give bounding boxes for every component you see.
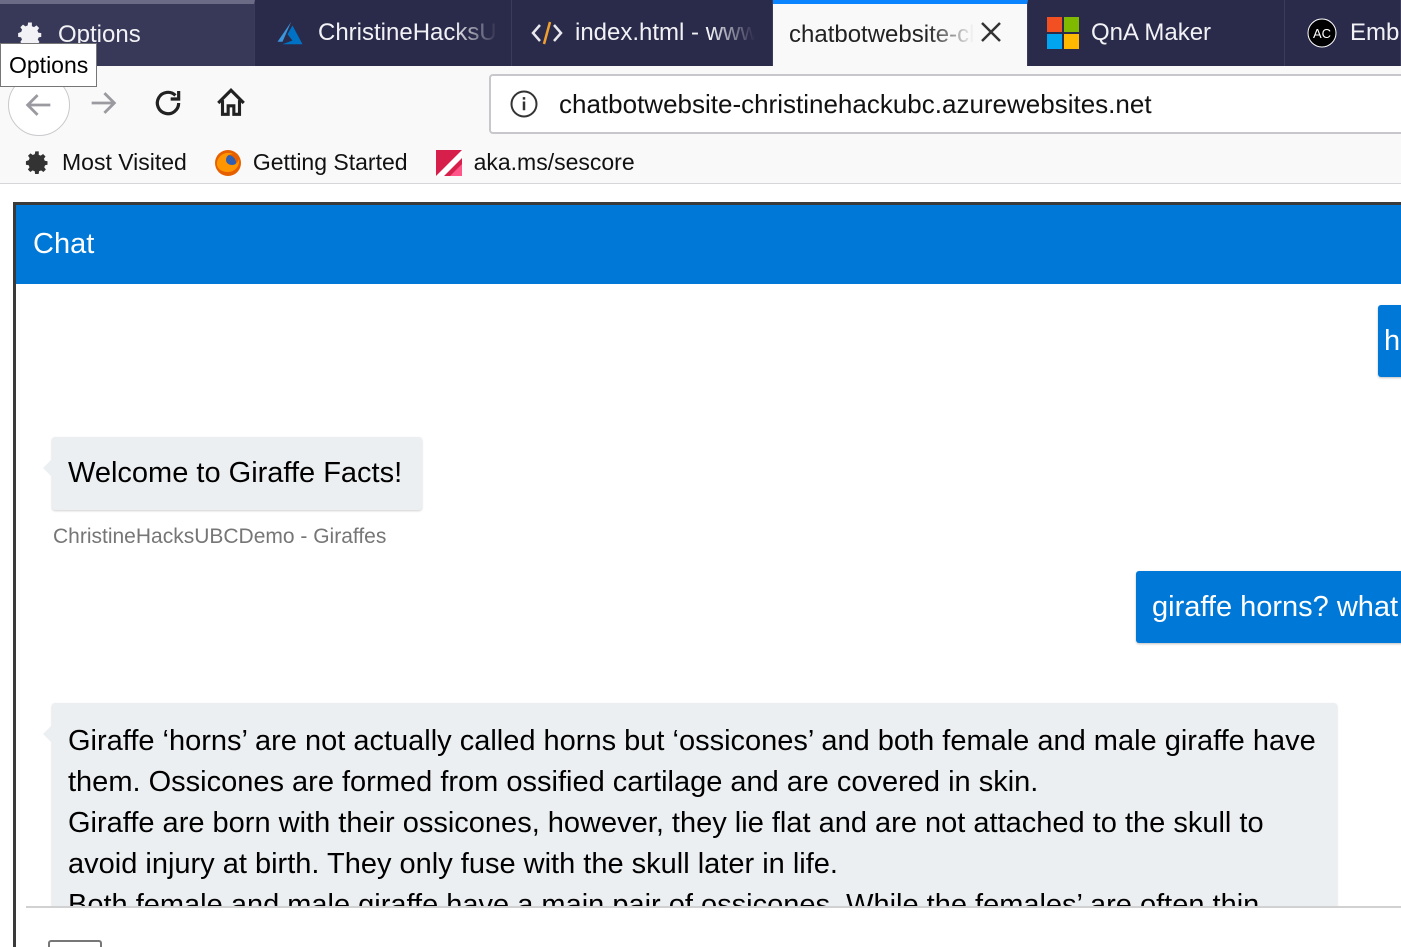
tab-label: QnA Maker bbox=[1091, 19, 1212, 46]
page-content: Chat hi Welcome to Giraffe Facts! Christ… bbox=[0, 185, 1401, 947]
tab-label: ChristineHacksUBC bbox=[318, 19, 498, 46]
bookmark-aka-ms-sescore[interactable]: aka.ms/sescore bbox=[434, 148, 635, 178]
tab-embed[interactable]: AC Embed bbox=[1286, 0, 1401, 66]
svg-text:AC: AC bbox=[1313, 26, 1331, 41]
ac-avatar-icon: AC bbox=[1306, 17, 1338, 49]
upload-icon[interactable] bbox=[48, 940, 102, 947]
microsoft-icon bbox=[1047, 17, 1079, 49]
chat-window: Chat hi Welcome to Giraffe Facts! Christ… bbox=[13, 202, 1401, 947]
bookmark-getting-started[interactable]: Getting Started bbox=[213, 148, 408, 178]
navigation-toolbar: chatbotwebsite-christinehackubc.azureweb… bbox=[0, 66, 1401, 142]
message-list[interactable]: hi Welcome to Giraffe Facts! ChristineHa… bbox=[16, 284, 1401, 906]
bookmark-label: Most Visited bbox=[62, 149, 187, 175]
bot-message: Giraffe ‘horns’ are not actually called … bbox=[43, 703, 1337, 906]
bot-message-paragraph: Giraffe are born with their ossicones, h… bbox=[68, 807, 1264, 880]
options-tooltip: Options bbox=[0, 43, 98, 87]
bookmark-red-icon bbox=[434, 148, 464, 178]
chat-input-bar[interactable] bbox=[26, 906, 1401, 947]
tab-qna-maker[interactable]: QnA Maker bbox=[1029, 0, 1285, 66]
tab-strip: Options ChristineHacksUBC index.html - w… bbox=[0, 0, 1401, 66]
back-arrow-icon bbox=[25, 94, 51, 116]
azure-icon bbox=[274, 17, 306, 49]
url-text[interactable]: chatbotwebsite-christinehackubc.azureweb… bbox=[559, 89, 1152, 120]
tab-label: index.html - www bbox=[575, 19, 755, 46]
home-icon bbox=[217, 88, 245, 116]
tab-index-html[interactable]: index.html - www bbox=[513, 0, 773, 66]
bookmark-label: Getting Started bbox=[252, 149, 408, 175]
tab-label: Embed bbox=[1350, 19, 1400, 46]
user-message: giraffe horns? what bbox=[1136, 571, 1401, 643]
firefox-icon bbox=[213, 148, 243, 178]
bookmark-most-visited[interactable]: Most Visited bbox=[22, 148, 187, 178]
tab-chatbotwebsite[interactable]: chatbotwebsite-christinehackubc bbox=[773, 0, 1028, 66]
bot-message-paragraph: Giraffe ‘horns’ are not actually called … bbox=[68, 725, 1316, 798]
bot-message-paragraph: Both female and male giraffe have a main… bbox=[68, 889, 1260, 906]
reload-button[interactable] bbox=[143, 78, 193, 128]
bookmark-label: aka.ms/sescore bbox=[473, 149, 635, 175]
reload-icon bbox=[155, 90, 181, 116]
address-bar[interactable]: chatbotwebsite-christinehackubc.azureweb… bbox=[489, 74, 1401, 134]
bot-sender-name: ChristineHacksUBCDemo - Giraffes bbox=[53, 525, 387, 548]
home-button[interactable] bbox=[206, 78, 256, 128]
tab-christinehacksubc[interactable]: ChristineHacksUBC bbox=[256, 0, 512, 66]
close-tab-icon[interactable] bbox=[979, 20, 1007, 48]
bookmarks-toolbar: Most Visited Getting Started aka.ms/sesc… bbox=[0, 142, 1401, 184]
tab-label: chatbotwebsite-christinehackubc bbox=[789, 21, 974, 48]
bot-message: Welcome to Giraffe Facts! bbox=[43, 437, 422, 510]
chat-title: Chat bbox=[16, 205, 1401, 284]
gear-icon bbox=[22, 148, 52, 178]
code-icon bbox=[531, 17, 563, 49]
info-icon[interactable] bbox=[509, 89, 539, 119]
user-message: hi bbox=[1378, 305, 1401, 377]
forward-arrow-icon bbox=[91, 92, 117, 114]
